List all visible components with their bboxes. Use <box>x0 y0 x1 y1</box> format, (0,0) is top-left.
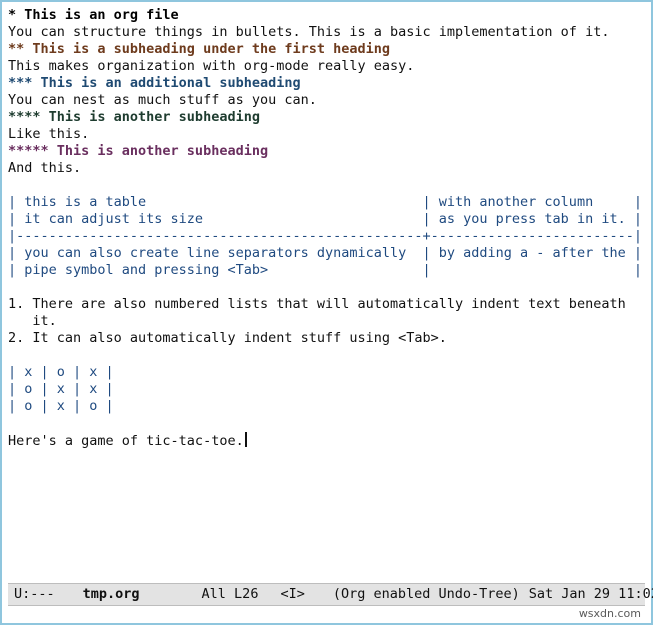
blank-line[interactable] <box>8 415 647 432</box>
text-line[interactable]: You can structure things in bullets. Thi… <box>8 24 647 41</box>
numbered-list-continuation[interactable]: it. <box>8 313 647 330</box>
org-table-row[interactable]: | it can adjust its size | as you press … <box>8 211 647 228</box>
numbered-list-item[interactable]: 1. There are also numbered lists that wi… <box>8 296 647 313</box>
mode-line: U:--- tmp.org All L26 <I> (Org enabled U… <box>8 583 653 606</box>
org-heading-level1[interactable]: * This is an org file <box>8 7 647 24</box>
tic-tac-toe-row[interactable]: | o | x | x | <box>8 381 647 398</box>
current-line[interactable]: Here's a game of tic-tac-toe. <box>8 432 647 449</box>
blank-line[interactable] <box>8 347 647 364</box>
org-table-row[interactable]: | this is a table | with another column … <box>8 194 647 211</box>
modeline-buffer-name[interactable]: tmp.org <box>83 584 140 605</box>
org-table-row[interactable]: | pipe symbol and pressing <Tab> | | <box>8 262 647 279</box>
watermark: wsxdn.com <box>578 607 641 620</box>
emacs-window: * This is an org file You can structure … <box>0 0 653 625</box>
text-line[interactable]: This makes organization with org-mode re… <box>8 58 647 75</box>
blank-line[interactable] <box>8 279 647 296</box>
org-heading-level3[interactable]: *** This is an additional subheading <box>8 75 647 92</box>
modeline-input-mode: <I> <box>280 586 305 602</box>
tic-tac-toe-row[interactable]: | x | o | x | <box>8 364 647 381</box>
modeline-time: Sat Jan 29 11:02 <box>528 586 653 602</box>
tic-tac-toe-row[interactable]: | o | x | o | <box>8 398 647 415</box>
org-table-separator[interactable]: |---------------------------------------… <box>8 228 647 245</box>
org-buffer[interactable]: * This is an org file You can structure … <box>8 7 647 582</box>
text-line[interactable]: You can nest as much stuff as you can. <box>8 92 647 109</box>
numbered-list-item[interactable]: 2. It can also automatically indent stuf… <box>8 330 647 347</box>
modeline-position: All L26 <box>201 586 259 602</box>
text-cursor <box>244 432 247 447</box>
blank-line[interactable] <box>8 177 647 194</box>
org-table-row[interactable]: | you can also create line separators dy… <box>8 245 647 262</box>
modeline-status: U:--- <box>14 586 55 602</box>
org-heading-level5[interactable]: ***** This is another subheading <box>8 143 647 160</box>
text-line[interactable]: Like this. <box>8 126 647 143</box>
current-line-text[interactable]: Here's a game of tic-tac-toe. <box>8 433 244 449</box>
org-heading-level4[interactable]: **** This is another subheading <box>8 109 647 126</box>
org-heading-level2[interactable]: ** This is a subheading under the first … <box>8 41 647 58</box>
text-line[interactable]: And this. <box>8 160 647 177</box>
modeline-modes[interactable]: (Org enabled Undo-Tree) <box>333 584 520 605</box>
